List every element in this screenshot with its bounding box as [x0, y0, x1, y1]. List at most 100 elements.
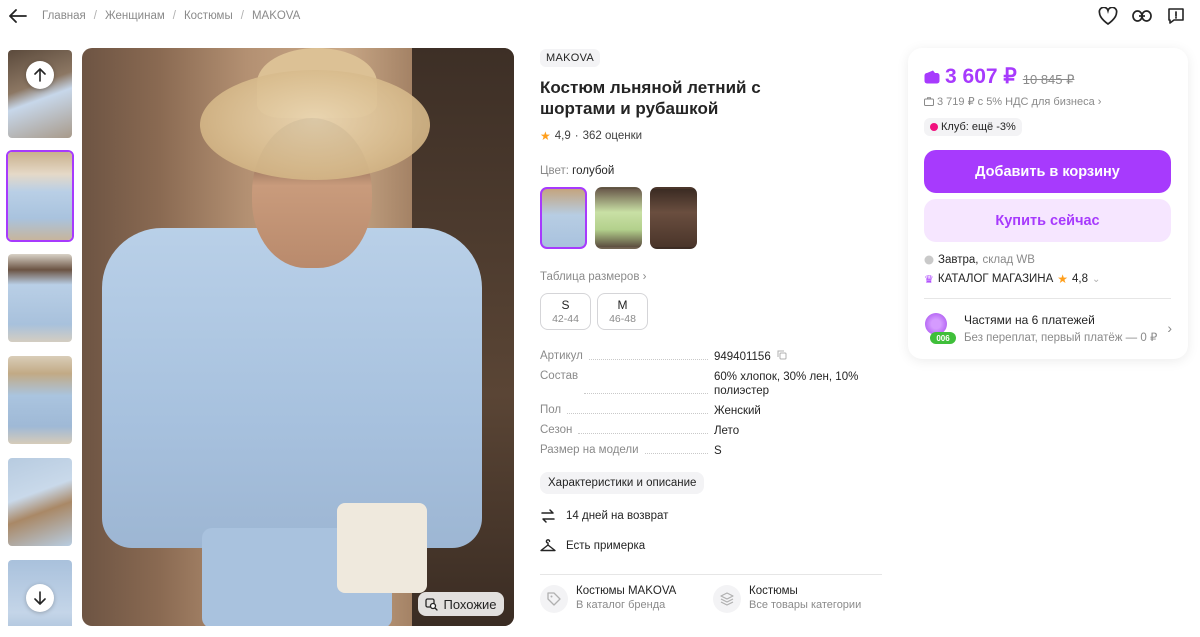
delivery-place: склад WB [982, 254, 1035, 266]
club-badge[interactable]: Клуб: ещё -3% [924, 118, 1022, 136]
color-value: голубой [572, 165, 615, 177]
back-button[interactable] [8, 6, 28, 26]
feature-text: 14 дней на возврат [566, 510, 669, 522]
photo-hat-brim [200, 70, 430, 180]
breadcrumb-item[interactable]: Главная [42, 10, 86, 22]
size-range: 46-48 [609, 313, 636, 325]
crown-icon: ♛ [924, 273, 934, 286]
spec-key: Сезон [540, 424, 714, 438]
current-price: 3 607 ₽ [924, 64, 1017, 89]
spec-list: Артикул 949401156 Состав 60% хлопок, 30%… [540, 350, 885, 458]
chevron-down-icon: ⌄ [1092, 273, 1101, 285]
color-label: Цвет: голубой [540, 165, 885, 177]
heart-icon[interactable] [1098, 6, 1118, 26]
spec-row: Состав 60% хлопок, 30% лен, 10% полиэсте… [540, 370, 885, 398]
chevron-right-icon: › [642, 271, 647, 283]
installments-badge: 006 [930, 332, 956, 344]
link-icon[interactable] [1132, 6, 1152, 26]
installments-icon: 006 [924, 311, 956, 345]
similar-label: Похожие [443, 596, 497, 612]
thumbnail[interactable] [6, 354, 74, 446]
size-value: S [561, 298, 570, 312]
similar-search-icon [425, 597, 439, 611]
purchase-card: 3 607 ₽ 10 845 ₽ 3 719 ₽ с 5% НДС для би… [908, 48, 1188, 359]
breadcrumb-separator: / [240, 10, 244, 22]
installments-offer[interactable]: 006 Частями на 6 платежей Без переплат, … [924, 311, 1172, 345]
arrow-left-icon [9, 9, 27, 23]
size-table-link[interactable]: Таблица размеров › [540, 271, 885, 283]
delivery-day: Завтра, [938, 254, 979, 266]
star-icon: ★ [1057, 272, 1069, 286]
breadcrumb-item[interactable]: Костюмы [184, 10, 233, 22]
color-swatch[interactable] [650, 187, 697, 249]
product-title: Костюм льняной летний с шортами и рубашк… [540, 78, 761, 118]
spec-key: Состав [540, 370, 714, 398]
vat-note[interactable]: 3 719 ₽ с 5% НДС для бизнеса › [924, 95, 1172, 108]
report-icon[interactable] [1166, 6, 1186, 26]
breadcrumb: Главная / Женщинам / Костюмы / MAKOVA [42, 10, 300, 22]
catalog-links: Костюмы MAKOVA В каталог бренда Костюмы … [540, 585, 885, 613]
spec-value: S [714, 445, 722, 457]
spec-value: Женский [714, 405, 761, 417]
size-option[interactable]: S 42-44 [540, 293, 591, 330]
spec-key: Размер на модели [540, 444, 714, 458]
breadcrumb-separator: / [172, 10, 176, 22]
brand-chip[interactable]: MAKOVA [540, 49, 601, 67]
similar-button[interactable]: Похожие [418, 592, 504, 616]
photo-shirt-shape [102, 228, 482, 548]
size-table-label: Таблица размеров [540, 271, 640, 283]
description-button[interactable]: Характеристики и описание [540, 472, 705, 494]
spec-row: Сезон Лето [540, 424, 885, 438]
thumbnail-strip [6, 48, 76, 626]
link-subtitle: Все товары категории [749, 599, 862, 611]
tag-icon [540, 585, 568, 613]
size-option[interactable]: M 46-48 [597, 293, 648, 330]
wallet-icon [924, 70, 940, 83]
breadcrumb-item[interactable]: MAKOVA [252, 10, 300, 22]
arrow-down-icon [34, 591, 46, 605]
thumbnail-active[interactable] [6, 150, 74, 242]
feature-return: 14 дней на возврат [540, 508, 885, 524]
add-to-cart-button[interactable]: Добавить в корзину [924, 150, 1171, 193]
installments-title: Частями на 6 платежей [964, 312, 1095, 327]
spec-row: Размер на модели S [540, 444, 885, 458]
spec-value: Лето [714, 425, 740, 437]
spec-row: Артикул 949401156 [540, 350, 885, 364]
product-photo[interactable] [82, 48, 514, 626]
rating-value: 4,9 [554, 130, 571, 142]
buy-now-button[interactable]: Купить сейчас [924, 199, 1171, 242]
size-range: 42-44 [552, 313, 579, 325]
return-icon [540, 508, 556, 524]
spec-row: Пол Женский [540, 404, 885, 418]
store-rating: 4,8 [1072, 273, 1089, 285]
breadcrumb-item[interactable]: Женщинам [105, 10, 165, 22]
color-swatches [540, 187, 885, 249]
scroll-down-button[interactable] [26, 584, 54, 612]
thumbnail[interactable] [6, 456, 74, 548]
header-actions [1098, 6, 1186, 26]
installments-subtitle: Без переплат, первый платёж — 0 ₽ [964, 331, 1158, 344]
delivery-info: Завтра, склад WB [924, 254, 1172, 266]
size-options: S 42-44 M 46-48 [540, 293, 885, 330]
thumbnail[interactable] [6, 252, 74, 344]
store-link[interactable]: ♛ КАТАЛОГ МАГАЗИНА ★ 4,8 ⌄ [924, 272, 1172, 286]
brand-catalog-link[interactable]: Костюмы MAKOVA В каталог бренда [540, 585, 705, 613]
spec-value[interactable]: 949401156 [714, 350, 884, 364]
link-title: Костюмы MAKOVA [576, 585, 677, 597]
rating[interactable]: ★ 4,9 · 362 оценки [540, 129, 885, 143]
product-info: MAKOVA Костюм льняной летний с шортами и… [540, 48, 885, 613]
price-row: 3 607 ₽ 10 845 ₽ [924, 64, 1172, 89]
breadcrumb-separator: / [93, 10, 97, 22]
size-value: M [617, 298, 628, 312]
color-swatch[interactable] [595, 187, 642, 249]
star-icon: ★ [540, 129, 551, 143]
arrow-up-icon [34, 68, 46, 82]
link-title: Костюмы [749, 585, 798, 597]
rating-separator: · [574, 130, 579, 142]
feature-text: Есть примерка [566, 540, 646, 552]
scroll-up-button[interactable] [26, 61, 54, 89]
briefcase-icon [924, 97, 934, 106]
color-swatch-active[interactable] [540, 187, 587, 249]
category-link[interactable]: Костюмы Все товары категории [713, 585, 878, 613]
copy-icon[interactable] [777, 350, 787, 360]
